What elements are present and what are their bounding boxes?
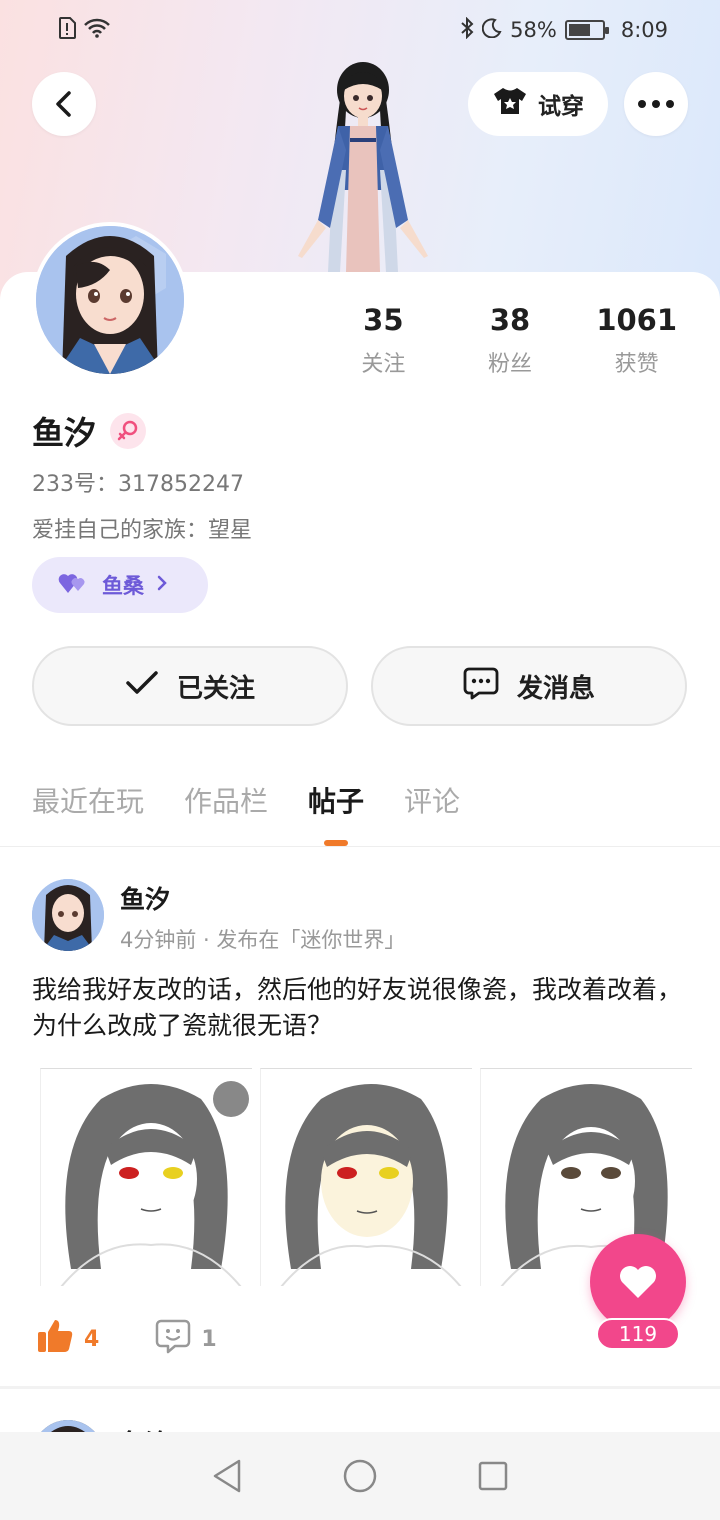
post-separator: [0, 1386, 720, 1389]
post-image-1[interactable]: [40, 1068, 252, 1286]
circle-home-icon: [343, 1459, 377, 1493]
relationship-tag-label: 鱼桑: [102, 574, 144, 598]
nav-recents-button[interactable]: [463, 1446, 523, 1506]
square-recents-icon: [479, 1461, 508, 1491]
thumbs-up-icon: [36, 1318, 74, 1360]
clock: 8:09: [620, 18, 668, 42]
try-on-label: 试穿: [538, 94, 584, 120]
profile-avatar[interactable]: [32, 222, 188, 378]
floating-heart-button[interactable]: [590, 1234, 686, 1330]
sim-alert-icon: [58, 16, 76, 44]
post-text[interactable]: 我给我好友改的话，然后他的好友说很像瓷，我改着改着，为什么改成了瓷就很无语？: [32, 972, 692, 1044]
checkmark-icon: [125, 670, 159, 703]
chat-bubble-icon: [463, 666, 499, 707]
battery-percent: 58%: [510, 18, 557, 42]
stat-followers-value: 38: [489, 303, 531, 337]
post-image-2[interactable]: [260, 1068, 472, 1286]
comment-button[interactable]: 1: [155, 1318, 217, 1360]
wifi-icon: [84, 18, 110, 43]
post-meta: 4分钟前 · 发布在「迷你世界」: [120, 928, 406, 952]
profile-stats: 35 关注 38 粉丝 1061 获赞: [320, 300, 700, 378]
stat-followers[interactable]: 38 粉丝: [447, 300, 574, 378]
try-on-button[interactable]: 试穿: [468, 72, 608, 136]
character-figure[interactable]: [288, 60, 438, 272]
comment-count: 1: [201, 1326, 217, 1352]
like-count: 4: [84, 1326, 100, 1352]
status-bar: 58% 8:09: [0, 0, 720, 60]
nav-home-button[interactable]: [330, 1446, 390, 1506]
tab-divider: [0, 846, 720, 847]
more-dots-icon: [638, 100, 674, 108]
stat-likes[interactable]: 1061 获赞: [573, 300, 700, 378]
like-button[interactable]: 4: [36, 1318, 99, 1360]
followed-button[interactable]: 已关注: [32, 646, 348, 726]
send-message-button[interactable]: 发消息: [371, 646, 687, 726]
heart-icon: [620, 1266, 656, 1298]
system-nav-bar: [0, 1432, 720, 1520]
send-message-label: 发消息: [516, 673, 595, 704]
moon-icon: [481, 17, 502, 43]
floating-heart-count: 119: [596, 1318, 680, 1350]
stat-following[interactable]: 35 关注: [320, 300, 447, 378]
nav-back-button[interactable]: [197, 1446, 257, 1506]
tab-recently-played[interactable]: 最近在玩: [32, 780, 144, 826]
tab-works[interactable]: 作品栏: [184, 780, 268, 826]
back-button[interactable]: [32, 72, 96, 136]
post-images: [40, 1068, 692, 1286]
stat-following-label: 关注: [361, 352, 406, 377]
stat-likes-value: 1061: [596, 303, 678, 337]
tab-comments[interactable]: 评论: [404, 780, 460, 826]
bluetooth-icon: [460, 16, 474, 44]
profile-tabs: 最近在玩 作品栏 帖子 评论: [32, 780, 460, 826]
heart-pair-icon: [58, 571, 90, 600]
triangle-back-icon: [213, 1459, 240, 1493]
post-author-avatar[interactable]: [32, 879, 104, 951]
comment-smile-icon: [155, 1318, 191, 1360]
more-options-button[interactable]: [624, 72, 688, 136]
battery-icon: [564, 20, 609, 40]
stat-likes-label: 获赞: [614, 352, 659, 377]
name-row: 鱼汐: [32, 408, 147, 454]
profile-name: 鱼汐: [32, 414, 97, 452]
post-author-name[interactable]: 鱼汐: [120, 880, 170, 916]
tab-posts[interactable]: 帖子: [308, 780, 364, 826]
female-icon: [110, 413, 147, 449]
chevron-right-icon: [156, 573, 168, 597]
post-actions: 4 1: [36, 1318, 217, 1360]
followed-label: 已关注: [176, 673, 255, 704]
user-id: 233号：317852247: [32, 472, 244, 497]
stat-followers-label: 粉丝: [488, 352, 533, 377]
stat-following-value: 35: [363, 303, 404, 337]
relationship-tag[interactable]: 鱼桑: [32, 557, 208, 613]
chevron-left-icon: [56, 91, 71, 117]
family-info: 爱挂自己的家族：望星: [32, 518, 253, 543]
tshirt-icon: [492, 86, 528, 122]
